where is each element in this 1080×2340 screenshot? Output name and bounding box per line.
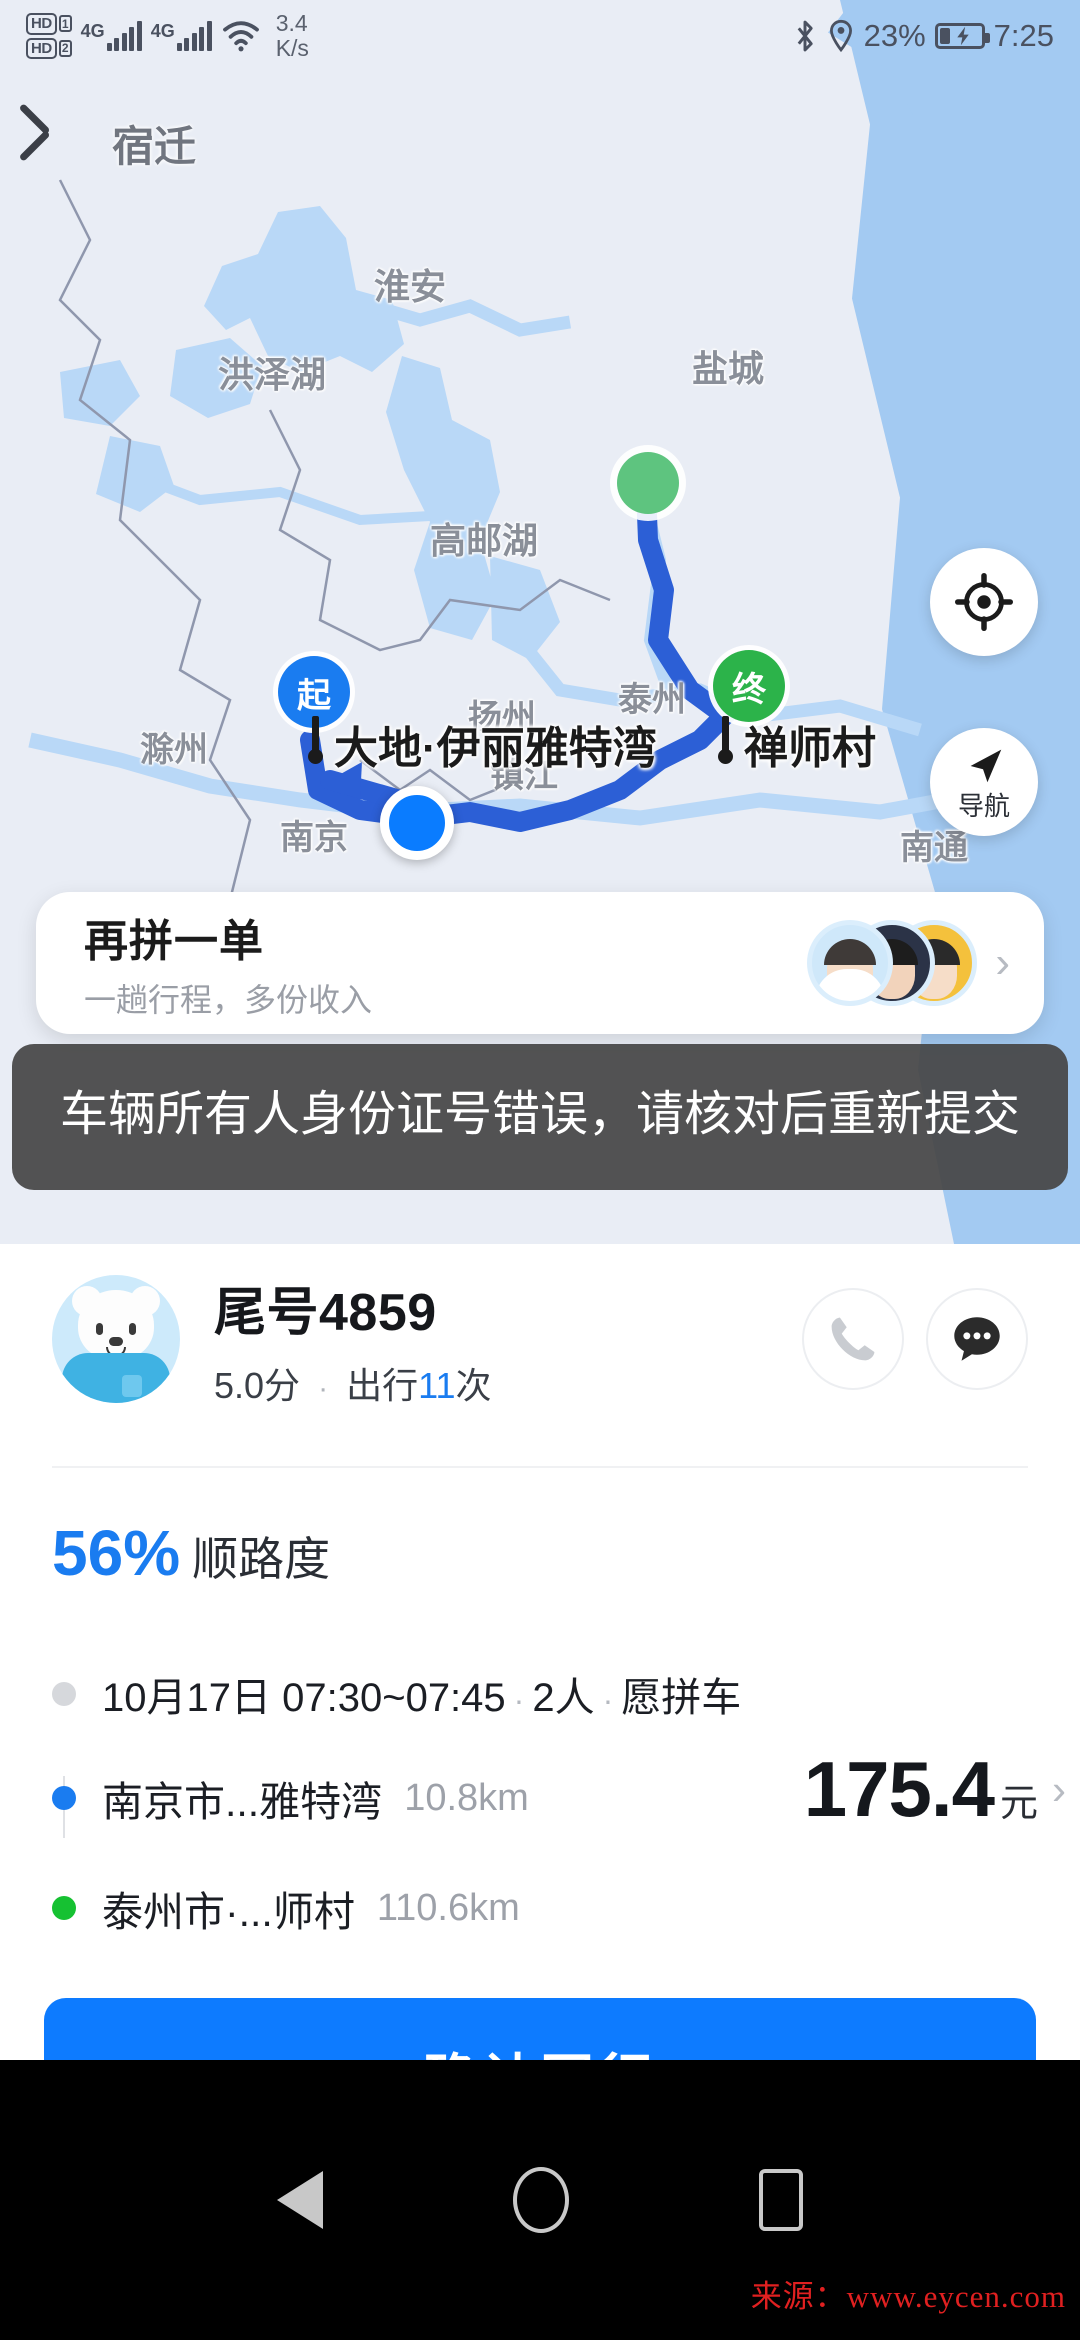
android-recents-icon[interactable] [759,2169,803,2231]
hd-sim1: HD 1 [26,13,72,35]
poi-label-end: 禅师村 [744,724,876,773]
bluetooth-icon [797,20,813,52]
driver-meta: 5.0分 · 出行11次 [214,1357,780,1409]
trip-time-dot [52,1682,76,1706]
clock-time: 7:25 [993,18,1054,53]
trip-carpool: 愿拼车 [621,1676,742,1720]
phone-screen: 淮安 洪泽湖 盐城 高邮湖 泰州 扬州 滁州 镇江 南京 南通 起 终 大地·伊丽雅特湾 禅师村 [0,0,1080,2340]
price-unit: 元 [999,1783,1038,1825]
locate-button[interactable] [930,548,1038,656]
android-home-icon[interactable] [513,2167,569,2233]
price-value: 175.4 [803,1745,995,1833]
trip-sep-2: · [602,1682,614,1718]
map-label: 南京 [280,819,348,857]
promo-texts: 再拼一单 一趟行程，多份收入 [84,905,807,1021]
page-title: 宿迁 [112,122,197,170]
signal-sim1: 4G [81,21,142,51]
map-label: 高邮湖 [430,520,539,561]
network-speed-value: 3.4 [275,10,308,37]
trip-destination-dot [52,1896,76,1920]
waypoint-marker-green[interactable] [617,452,679,514]
message-button[interactable] [926,1288,1028,1390]
trip-destination-row: 泰州市·...师村 110.6km [52,1864,1028,1952]
route-match-label: 顺路度 [192,1533,331,1585]
map-label: 洪泽湖 [218,354,327,395]
trip-passengers: 2人 [532,1676,595,1720]
wifi-icon [222,21,259,52]
top-navigation-bar: 宿迁 [0,88,1080,198]
route-match-percent: 56% [52,1517,181,1589]
location-icon [829,19,852,53]
price-block[interactable]: 175.4 元 › [804,1744,1066,1835]
trip-date: 10月17日 [102,1676,271,1720]
trip-destination-name: 泰州市·...师村 [102,1889,355,1935]
hd-sim2-label: HD [26,37,57,59]
price-chevron-icon[interactable]: › [1052,1766,1066,1814]
map-label: 盐城 [692,348,765,389]
error-toast-message: 车辆所有人身份证号错误，请核对后重新提交 [59,1088,1020,1141]
network-speed-unit: K/s [275,35,309,61]
navigation-button[interactable]: 导航 [930,728,1038,836]
bear-avatar-icon [52,1275,180,1403]
navigation-arrow-icon [970,749,1002,782]
driver-meta-separator: · [318,1371,329,1405]
poi-pin-start [308,716,323,764]
battery-charging-icon [934,23,990,49]
hd-sim1-label: HD [26,13,57,35]
error-toast: 车辆所有人身份证号错误，请核对后重新提交 [12,1044,1068,1191]
promo-title: 再拼一单 [84,917,264,966]
poi-pin-end [718,716,733,764]
current-location-dot [380,786,454,860]
battery-percentage: 23% [863,18,926,53]
watermark: 来源：www.eycen.com [750,2279,1066,2314]
signal-bars-sim2-icon [176,21,212,51]
map-label: 滁州 [140,731,208,769]
route-match-row: 56% 顺路度 [52,1516,330,1590]
driver-name: 尾号4859 [214,1283,437,1342]
chat-bubble-icon [954,1317,1000,1361]
trip-origin-name: 南京市...雅特湾 [102,1779,383,1825]
end-marker-label: 终 [732,670,766,709]
trip-origin-distance: 10.8km [404,1776,529,1819]
promo-subtitle: 一趟行程，多份收入 [84,982,373,1018]
passenger-avatars-icon [807,915,978,1011]
back-chevron-icon[interactable] [44,115,78,171]
navigation-button-label: 导航 [957,790,1010,821]
poi-label-start: 大地·伊丽雅特湾 [334,724,657,773]
driver-trips-prefix: 出行 [346,1364,419,1406]
volte-indicators: HD 1 HD 2 [26,13,72,59]
driver-rating: 5.0分 [214,1364,301,1406]
trip-sep-1: · [513,1682,525,1718]
sheet-divider [52,1466,1028,1468]
driver-trips-count: 11 [418,1364,456,1406]
trip-time-row: 10月17日 07:30~07:45 · 2人 · 愿拼车 [52,1656,1028,1732]
phone-icon [831,1317,875,1361]
network-type-sim2: 4G [150,21,175,41]
trip-destination-distance: 110.6km [376,1886,520,1929]
signal-sim2: 4G [151,21,212,51]
driver-row[interactable]: 尾号4859 5.0分 · 出行11次 [0,1244,1080,1434]
driver-texts: 尾号4859 5.0分 · 出行11次 [214,1270,780,1409]
hd-sim2: HD 2 [26,37,72,59]
network-speed: 3.4 K/s [276,11,309,61]
trip-time-text: 10月17日 07:30~07:45 · 2人 · 愿拼车 [102,1665,741,1723]
map-label: 淮安 [374,266,447,307]
status-bar-right: 23% 7:25 [792,18,1054,54]
hd-sim2-number: 2 [58,39,72,57]
hd-sim1-number: 1 [58,15,72,33]
android-back-icon[interactable] [277,2171,323,2229]
status-bar-left: HD 1 HD 2 4G 4G 3.4 K/s [26,11,309,61]
start-marker-label: 起 [297,676,331,715]
driver-trips-suffix: 次 [455,1364,492,1406]
crosshair-locate-icon [955,573,1013,631]
carpool-promo-card[interactable]: 再拼一单 一趟行程，多份收入 › [36,892,1044,1034]
trip-origin-dot [52,1786,76,1810]
network-type-sim1: 4G [80,21,105,41]
status-bar: HD 1 HD 2 4G 4G 3.4 K/s 23% 7:25 [0,0,1080,72]
signal-bars-sim1-icon [106,21,142,51]
promo-chevron-icon[interactable]: › [995,938,1010,988]
trip-time-range: 07:30~07:45 [282,1676,506,1720]
call-button[interactable] [802,1288,904,1390]
